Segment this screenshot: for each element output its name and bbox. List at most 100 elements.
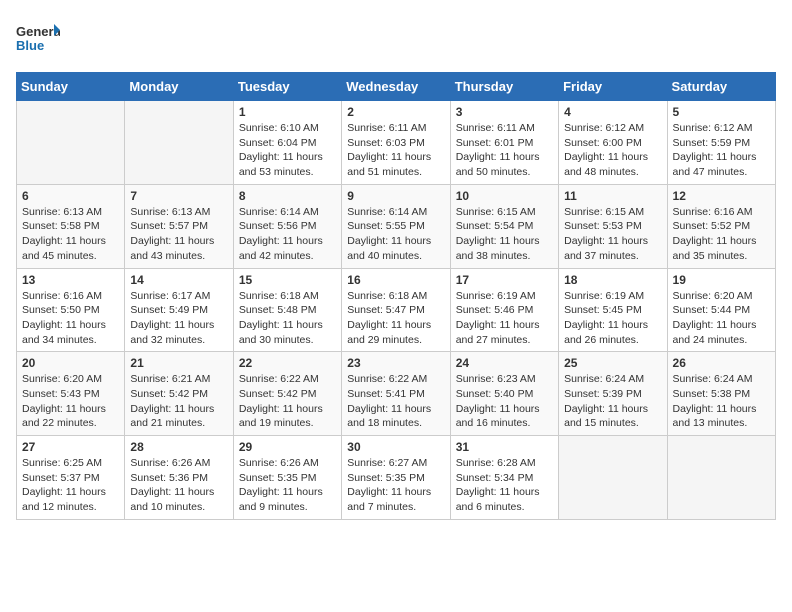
day-number: 15 bbox=[239, 273, 336, 287]
day-cell: 18 Sunrise: 6:19 AMSunset: 5:45 PMDayligh… bbox=[559, 268, 667, 352]
day-info: Sunrise: 6:14 AMSunset: 5:55 PMDaylight:… bbox=[347, 205, 444, 264]
day-cell: 26Sunrise: 6:24 AMSunset: 5:38 PMDayligh… bbox=[667, 352, 775, 436]
day-number: 4 bbox=[564, 105, 661, 119]
svg-text:Blue: Blue bbox=[16, 38, 44, 53]
day-cell bbox=[559, 436, 667, 520]
day-cell: 9 Sunrise: 6:14 AMSunset: 5:55 PMDaylight… bbox=[342, 184, 450, 268]
day-cell: 1 Sunrise: 6:10 AMSunset: 6:04 PMDaylight… bbox=[233, 101, 341, 185]
day-cell: 15Sunrise: 6:18 AMSunset: 5:48 PMDayligh… bbox=[233, 268, 341, 352]
day-info: Sunrise: 6:11 AMSunset: 6:01 PMDaylight:… bbox=[456, 121, 553, 180]
day-number: 2 bbox=[347, 105, 444, 119]
day-number: 24 bbox=[456, 356, 553, 370]
week-row-1: 1 Sunrise: 6:10 AMSunset: 6:04 PMDaylight… bbox=[17, 101, 776, 185]
day-cell: 31 Sunrise: 6:28 AMSunset: 5:34 PMDayligh… bbox=[450, 436, 558, 520]
day-info: Sunrise: 6:27 AMSunset: 5:35 PMDaylight:… bbox=[347, 456, 444, 515]
day-cell: 20 Sunrise: 6:20 AMSunset: 5:43 PMDayligh… bbox=[17, 352, 125, 436]
svg-text:General: General bbox=[16, 24, 60, 39]
day-info: Sunrise: 6:22 AMSunset: 5:41 PMDaylight:… bbox=[347, 372, 444, 431]
day-info: Sunrise: 6:26 AMSunset: 5:36 PMDaylight:… bbox=[130, 456, 227, 515]
day-cell: 8 Sunrise: 6:14 AMSunset: 5:56 PMDaylight… bbox=[233, 184, 341, 268]
day-info: Sunrise: 6:16 AMSunset: 5:52 PMDaylight:… bbox=[673, 205, 770, 264]
day-info: Sunrise: 6:15 AMSunset: 5:54 PMDaylight:… bbox=[456, 205, 553, 264]
header-cell-wednesday: Wednesday bbox=[342, 73, 450, 101]
day-number: 30 bbox=[347, 440, 444, 454]
day-number: 21 bbox=[130, 356, 227, 370]
day-info: Sunrise: 6:20 AMSunset: 5:44 PMDaylight:… bbox=[673, 289, 770, 348]
day-cell: 7Sunrise: 6:13 AMSunset: 5:57 PMDaylight… bbox=[125, 184, 233, 268]
header-cell-tuesday: Tuesday bbox=[233, 73, 341, 101]
header-cell-thursday: Thursday bbox=[450, 73, 558, 101]
day-info: Sunrise: 6:15 AMSunset: 5:53 PMDaylight:… bbox=[564, 205, 661, 264]
day-cell: 10 Sunrise: 6:15 AMSunset: 5:54 PMDayligh… bbox=[450, 184, 558, 268]
day-cell: 25 Sunrise: 6:24 AMSunset: 5:39 PMDayligh… bbox=[559, 352, 667, 436]
day-info: Sunrise: 6:12 AMSunset: 5:59 PMDaylight:… bbox=[673, 121, 770, 180]
day-number: 23 bbox=[347, 356, 444, 370]
page-header: General Blue bbox=[16, 16, 776, 60]
day-number: 12 bbox=[673, 189, 770, 203]
header-cell-sunday: Sunday bbox=[17, 73, 125, 101]
header-cell-saturday: Saturday bbox=[667, 73, 775, 101]
day-cell: 19Sunrise: 6:20 AMSunset: 5:44 PMDayligh… bbox=[667, 268, 775, 352]
day-cell: 23 Sunrise: 6:22 AMSunset: 5:41 PMDayligh… bbox=[342, 352, 450, 436]
day-cell bbox=[667, 436, 775, 520]
day-cell: 11 Sunrise: 6:15 AMSunset: 5:53 PMDayligh… bbox=[559, 184, 667, 268]
day-number: 31 bbox=[456, 440, 553, 454]
day-number: 29 bbox=[239, 440, 336, 454]
day-cell: 12 Sunrise: 6:16 AMSunset: 5:52 PMDayligh… bbox=[667, 184, 775, 268]
day-number: 8 bbox=[239, 189, 336, 203]
day-number: 14 bbox=[130, 273, 227, 287]
header-cell-monday: Monday bbox=[125, 73, 233, 101]
day-cell: 4 Sunrise: 6:12 AMSunset: 6:00 PMDaylight… bbox=[559, 101, 667, 185]
day-cell: 30 Sunrise: 6:27 AMSunset: 5:35 PMDayligh… bbox=[342, 436, 450, 520]
day-cell: 28Sunrise: 6:26 AMSunset: 5:36 PMDayligh… bbox=[125, 436, 233, 520]
day-number: 13 bbox=[22, 273, 119, 287]
calendar-header-row: SundayMondayTuesdayWednesdayThursdayFrid… bbox=[17, 73, 776, 101]
day-number: 17 bbox=[456, 273, 553, 287]
header-cell-friday: Friday bbox=[559, 73, 667, 101]
day-info: Sunrise: 6:12 AMSunset: 6:00 PMDaylight:… bbox=[564, 121, 661, 180]
day-info: Sunrise: 6:10 AMSunset: 6:04 PMDaylight:… bbox=[239, 121, 336, 180]
day-cell: 13Sunrise: 6:16 AMSunset: 5:50 PMDayligh… bbox=[17, 268, 125, 352]
week-row-4: 20 Sunrise: 6:20 AMSunset: 5:43 PMDayligh… bbox=[17, 352, 776, 436]
day-info: Sunrise: 6:19 AMSunset: 5:45 PMDaylight:… bbox=[564, 289, 661, 348]
week-row-3: 13Sunrise: 6:16 AMSunset: 5:50 PMDayligh… bbox=[17, 268, 776, 352]
day-info: Sunrise: 6:20 AMSunset: 5:43 PMDaylight:… bbox=[22, 372, 119, 431]
day-cell: 14 Sunrise: 6:17 AMSunset: 5:49 PMDayligh… bbox=[125, 268, 233, 352]
day-info: Sunrise: 6:24 AMSunset: 5:39 PMDaylight:… bbox=[564, 372, 661, 431]
day-info: Sunrise: 6:26 AMSunset: 5:35 PMDaylight:… bbox=[239, 456, 336, 515]
day-info: Sunrise: 6:25 AMSunset: 5:37 PMDaylight:… bbox=[22, 456, 119, 515]
day-info: Sunrise: 6:14 AMSunset: 5:56 PMDaylight:… bbox=[239, 205, 336, 264]
day-number: 27 bbox=[22, 440, 119, 454]
day-cell: 29 Sunrise: 6:26 AMSunset: 5:35 PMDayligh… bbox=[233, 436, 341, 520]
day-info: Sunrise: 6:28 AMSunset: 5:34 PMDaylight:… bbox=[456, 456, 553, 515]
day-number: 25 bbox=[564, 356, 661, 370]
day-number: 20 bbox=[22, 356, 119, 370]
day-cell: 6 Sunrise: 6:13 AMSunset: 5:58 PMDaylight… bbox=[17, 184, 125, 268]
day-info: Sunrise: 6:23 AMSunset: 5:40 PMDaylight:… bbox=[456, 372, 553, 431]
day-info: Sunrise: 6:17 AMSunset: 5:49 PMDaylight:… bbox=[130, 289, 227, 348]
day-info: Sunrise: 6:13 AMSunset: 5:58 PMDaylight:… bbox=[22, 205, 119, 264]
day-number: 16 bbox=[347, 273, 444, 287]
day-number: 18 bbox=[564, 273, 661, 287]
day-info: Sunrise: 6:19 AMSunset: 5:46 PMDaylight:… bbox=[456, 289, 553, 348]
day-number: 1 bbox=[239, 105, 336, 119]
day-cell: 17 Sunrise: 6:19 AMSunset: 5:46 PMDayligh… bbox=[450, 268, 558, 352]
day-info: Sunrise: 6:24 AMSunset: 5:38 PMDaylight:… bbox=[673, 372, 770, 431]
day-cell: 2 Sunrise: 6:11 AMSunset: 6:03 PMDaylight… bbox=[342, 101, 450, 185]
week-row-2: 6 Sunrise: 6:13 AMSunset: 5:58 PMDaylight… bbox=[17, 184, 776, 268]
day-number: 22 bbox=[239, 356, 336, 370]
day-cell: 27 Sunrise: 6:25 AMSunset: 5:37 PMDayligh… bbox=[17, 436, 125, 520]
day-number: 11 bbox=[564, 189, 661, 203]
day-info: Sunrise: 6:18 AMSunset: 5:47 PMDaylight:… bbox=[347, 289, 444, 348]
day-info: Sunrise: 6:11 AMSunset: 6:03 PMDaylight:… bbox=[347, 121, 444, 180]
day-cell bbox=[17, 101, 125, 185]
day-number: 10 bbox=[456, 189, 553, 203]
day-cell: 16 Sunrise: 6:18 AMSunset: 5:47 PMDayligh… bbox=[342, 268, 450, 352]
day-number: 6 bbox=[22, 189, 119, 203]
calendar-table: SundayMondayTuesdayWednesdayThursdayFrid… bbox=[16, 72, 776, 520]
day-cell: 5Sunrise: 6:12 AMSunset: 5:59 PMDaylight… bbox=[667, 101, 775, 185]
day-info: Sunrise: 6:22 AMSunset: 5:42 PMDaylight:… bbox=[239, 372, 336, 431]
day-number: 3 bbox=[456, 105, 553, 119]
day-number: 9 bbox=[347, 189, 444, 203]
day-cell: 24 Sunrise: 6:23 AMSunset: 5:40 PMDayligh… bbox=[450, 352, 558, 436]
